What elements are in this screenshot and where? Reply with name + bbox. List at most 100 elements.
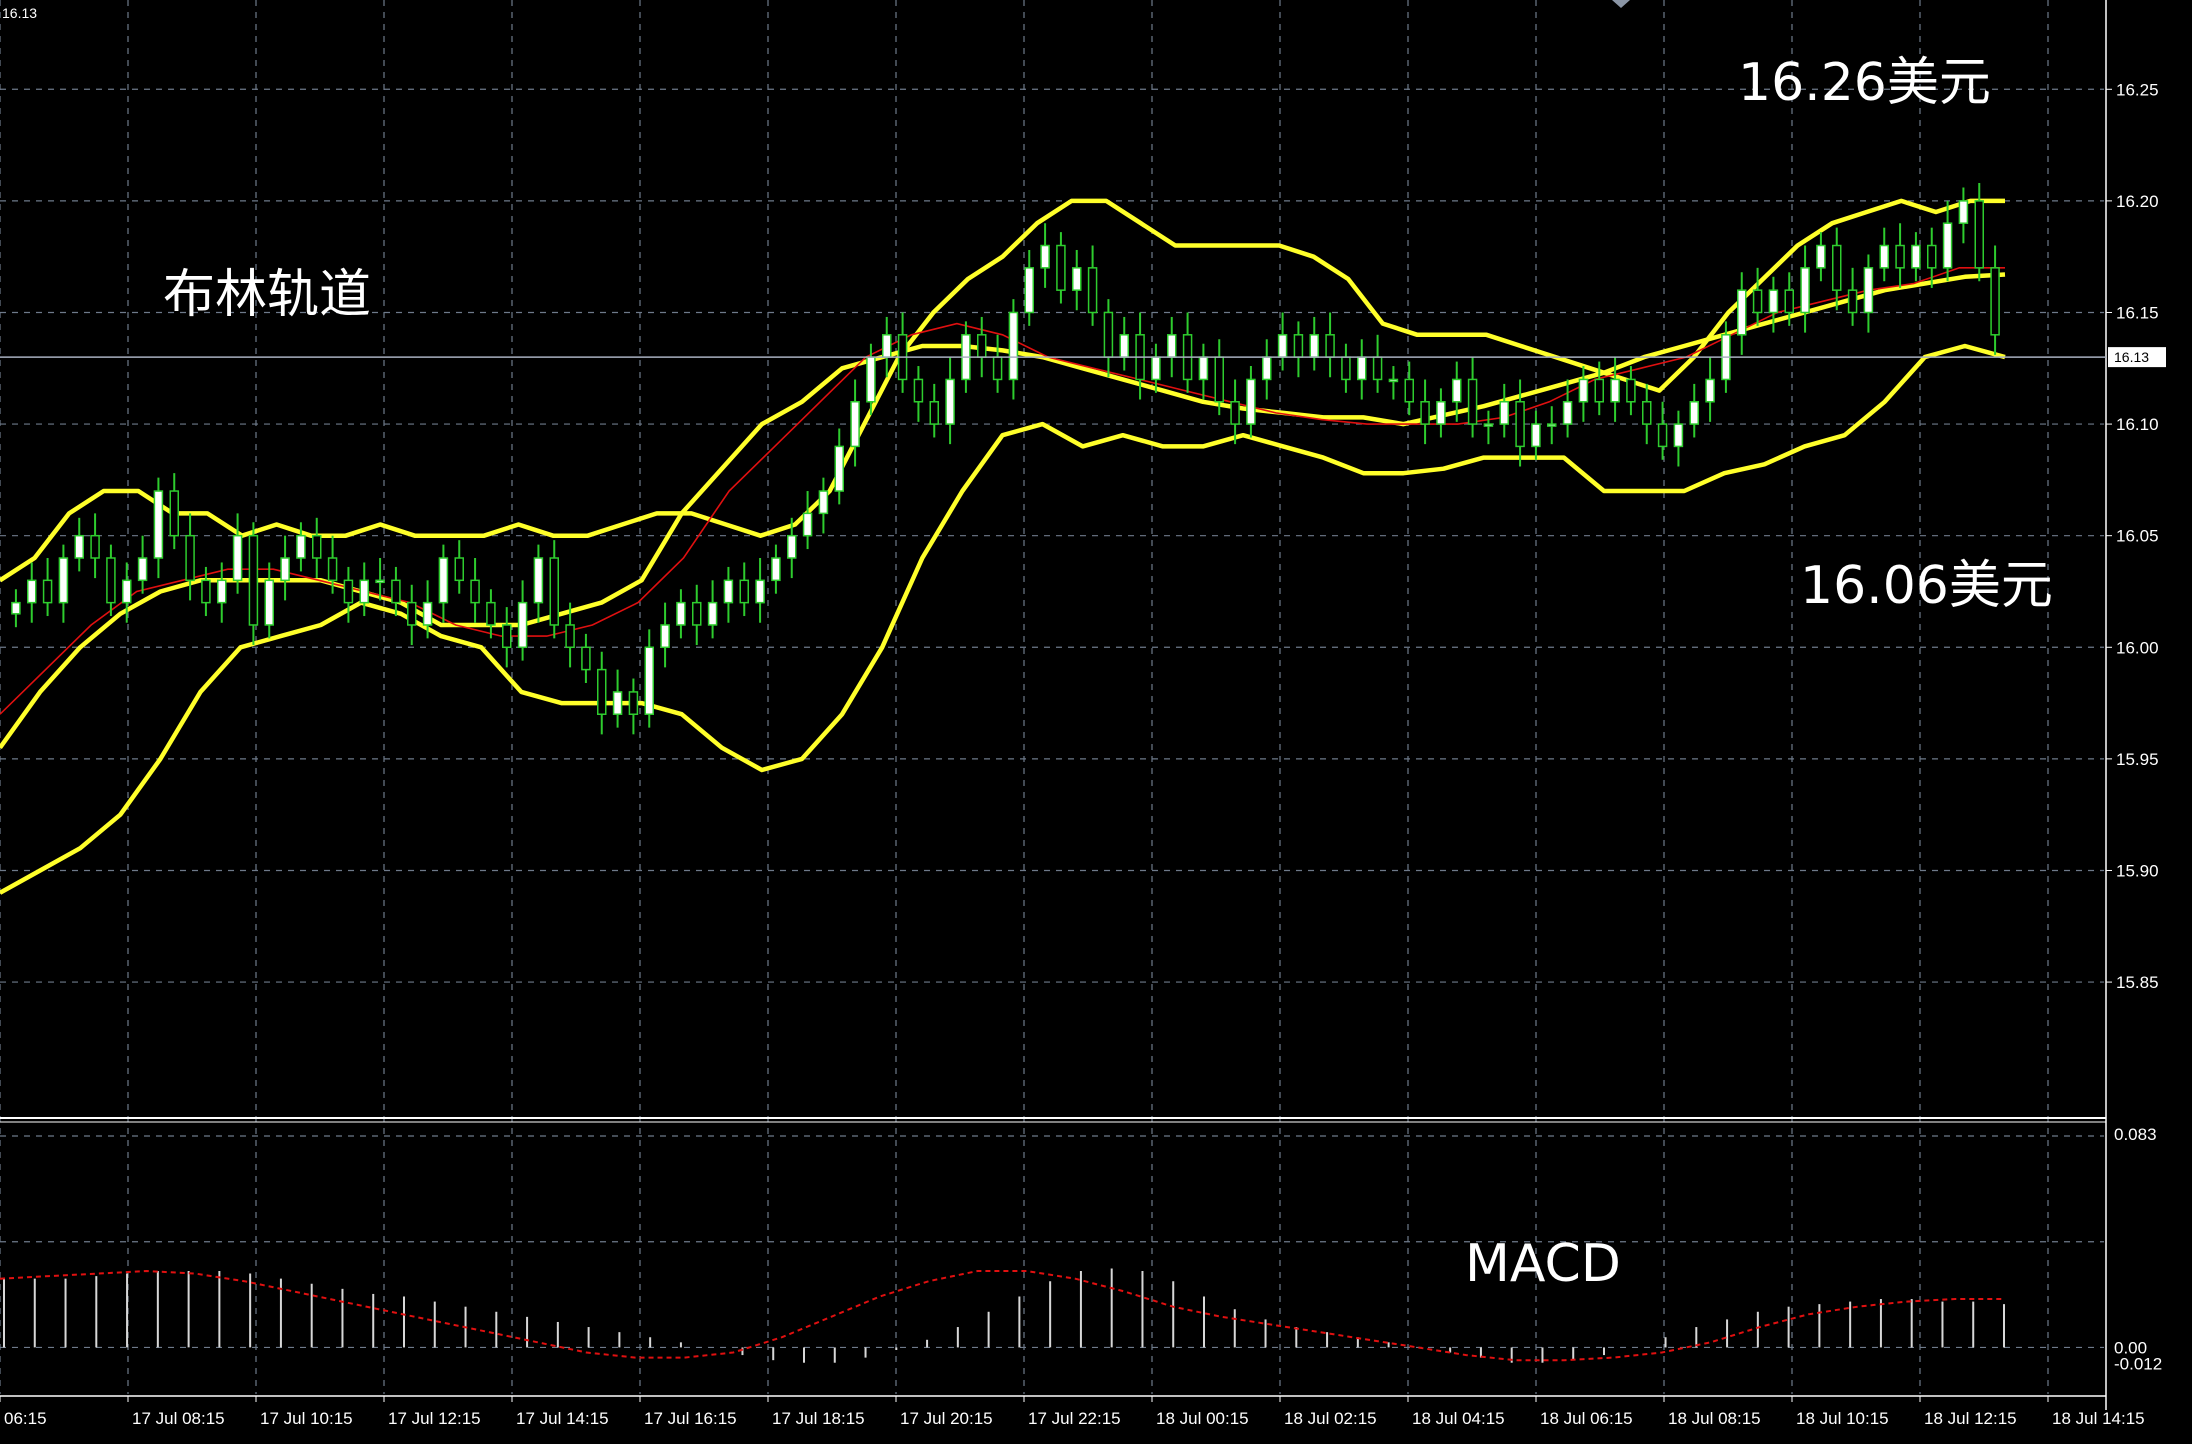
y-tick-label: 16.25: [2116, 80, 2159, 99]
x-tick-label: 17 Jul 10:15: [260, 1409, 353, 1428]
candle-body: [787, 534, 797, 559]
candle-body: [1689, 401, 1699, 425]
candle-body: [375, 579, 385, 584]
candle-body: [1293, 334, 1304, 358]
candle-body: [517, 601, 528, 649]
candle-body: [1816, 244, 1826, 269]
candle-body: [11, 601, 21, 615]
candle-body: [882, 334, 892, 358]
candle-body: [1452, 378, 1462, 403]
candle-body: [755, 579, 765, 604]
candle-body: [486, 601, 496, 626]
candle-body: [1578, 378, 1589, 403]
candle-body: [1642, 401, 1652, 425]
x-tick-label: 17 Jul 14:15: [516, 1409, 609, 1428]
candle-body: [533, 557, 544, 604]
candle-body: [565, 624, 575, 649]
candle-body: [90, 534, 100, 559]
candle-body: [438, 557, 449, 604]
candle-body: [549, 557, 559, 626]
candle-body: [58, 557, 69, 604]
x-tick-label: 17 Jul 16:15: [644, 1409, 737, 1428]
candle-body: [1752, 289, 1763, 314]
y-tick-label: 16.00: [2116, 638, 2159, 657]
candle-body: [1151, 356, 1161, 381]
candle-body: [1499, 401, 1509, 425]
candle-body: [1087, 267, 1098, 314]
candle-body: [343, 579, 354, 604]
y-tick-label: 16.20: [2116, 192, 2159, 211]
chart-background: [0, 0, 2192, 1444]
candle-body: [1784, 289, 1794, 314]
candle-body: [1610, 378, 1620, 403]
candle-body: [818, 490, 829, 515]
candle-body: [977, 334, 987, 358]
x-tick-label: 17 Jul 12:15: [388, 1409, 481, 1428]
candle-body: [1800, 267, 1810, 314]
candle-body: [1942, 222, 1953, 269]
candle-body: [612, 691, 623, 715]
candle-body: [185, 534, 195, 582]
candle-body: [1927, 244, 1937, 269]
candle-body: [217, 579, 227, 604]
candle-body: [169, 490, 179, 537]
candle-body: [1198, 356, 1209, 381]
candle-body: [1626, 378, 1636, 403]
candle-body: [1895, 244, 1905, 269]
candle-body: [1863, 267, 1874, 314]
candle-body: [644, 646, 654, 715]
macd-annotation: MACD: [1465, 1234, 1621, 1294]
candle-body: [913, 378, 924, 403]
candle-body: [1309, 334, 1319, 358]
candle-body: [264, 579, 274, 626]
candle-body: [597, 668, 607, 715]
candle-body: [1737, 289, 1747, 336]
x-tick-label: 06:15: [4, 1409, 47, 1428]
candle-body: [1230, 401, 1240, 425]
candle-body: [1515, 401, 1525, 448]
x-tick-label: 18 Jul 14:15: [2052, 1409, 2145, 1428]
candle-body: [739, 579, 749, 604]
candle-body: [201, 579, 211, 604]
x-tick-label: 17 Jul 18:15: [772, 1409, 865, 1428]
candle-body: [106, 557, 116, 604]
candle-body: [1357, 356, 1367, 381]
y-tick-label: 15.85: [2116, 973, 2159, 992]
candle-body: [1404, 378, 1414, 403]
candle-body: [1040, 244, 1050, 269]
x-tick-label: 17 Jul 20:15: [900, 1409, 993, 1428]
candle-body: [312, 534, 322, 559]
candle-body: [280, 557, 290, 582]
x-tick-label: 18 Jul 06:15: [1540, 1409, 1633, 1428]
candle-body: [1847, 289, 1858, 314]
candle-body: [1768, 289, 1779, 314]
candle-body: [1958, 200, 1969, 224]
upper-price-annotation: 16.26美元: [1738, 53, 1991, 113]
candle-body: [628, 691, 639, 715]
x-tick-label: 18 Jul 04:15: [1412, 1409, 1505, 1428]
candle-body: [454, 557, 464, 582]
candle-body: [27, 579, 37, 604]
candle-body: [1673, 423, 1684, 448]
candle-body: [676, 601, 686, 626]
candle-body: [1467, 378, 1478, 425]
candle-body: [692, 601, 702, 626]
symbol-price: 16.13: [2, 5, 37, 21]
candle-body: [327, 557, 338, 582]
candle-body: [422, 601, 433, 626]
x-tick-label: 17 Jul 22:15: [1028, 1409, 1121, 1428]
candle-body: [660, 624, 670, 649]
candle-body: [1483, 423, 1494, 427]
candle-body: [929, 401, 939, 425]
candle-body: [1531, 423, 1541, 448]
candle-body: [1911, 244, 1921, 269]
x-tick-label: 17 Jul 08:15: [132, 1409, 225, 1428]
candle-body: [42, 579, 53, 604]
candle-body: [850, 401, 860, 448]
candle-body: [1277, 334, 1288, 358]
candle-body: [359, 579, 369, 604]
candle-body: [723, 579, 734, 604]
candle-body: [1024, 267, 1034, 314]
y-tick-label: 16.15: [2116, 303, 2159, 322]
x-tick-label: 18 Jul 10:15: [1796, 1409, 1889, 1428]
